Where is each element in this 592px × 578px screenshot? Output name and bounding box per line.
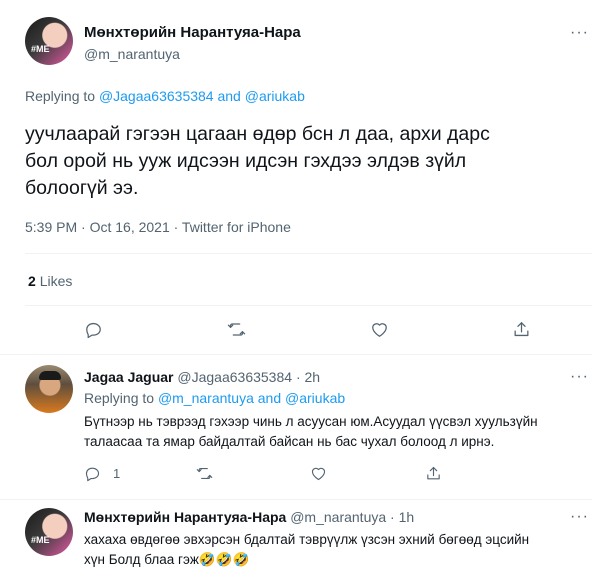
replying-to-label: Replying to [25, 88, 96, 104]
avatar-hashtag: #ME [31, 44, 50, 54]
tweet-text-line: уучлаарай гэгээн цагаан өдөр бсн л даа, … [25, 123, 490, 145]
reply-icon[interactable] [84, 465, 101, 487]
reply-author-handle[interactable]: @Jagaa63635384 [177, 369, 292, 385]
tweet-timestamp[interactable]: 5:39 PM · Oct 16, 2021 · Twitter for iPh… [25, 219, 291, 235]
author-handle[interactable]: @m_narantuya [84, 46, 180, 62]
replying-to-user-link[interactable]: @ariukab [245, 88, 305, 104]
retweet-icon[interactable] [227, 320, 246, 344]
replying-to-user-link[interactable]: @m_narantuya [158, 390, 254, 406]
tweet-text-line: болоогүй ээ. [25, 177, 139, 199]
likes-stat[interactable]: 2 Likes [28, 273, 72, 289]
replying-to: Replying to @m_narantuya and @ariukab [84, 390, 345, 406]
reply-time[interactable]: · 1h [390, 509, 414, 525]
retweet-icon[interactable] [196, 465, 213, 487]
divider [25, 305, 592, 306]
author-avatar[interactable]: #ME [25, 17, 73, 65]
replying-to-user-link[interactable]: @ariukab [285, 390, 345, 406]
reply-author-handle[interactable]: @m_narantuya [290, 509, 386, 525]
reply-text: хахаха өвдөгөө эвхэрсэн бдалтай тэврүүлж… [84, 530, 529, 570]
replying-to-user-link[interactable]: @Jagaa63635384 [99, 88, 214, 104]
reply-author-avatar[interactable] [25, 365, 73, 413]
share-icon[interactable] [425, 465, 442, 487]
share-icon[interactable] [512, 320, 531, 344]
more-options-icon[interactable]: ··· [570, 369, 589, 385]
tweet-text: уучлаарай гэгээн цагаан өдөр бсн л даа, … [25, 121, 490, 202]
reply-text-line: талаасаа та ямар байдалтай байсан нь бас… [84, 434, 495, 449]
reply-header: Мөнхтөрийн Нарантуяа-Нара @m_narantuya ·… [84, 509, 414, 525]
avatar-hashtag: #ME [31, 535, 50, 545]
reply-time[interactable]: · 2h [296, 369, 320, 385]
divider [0, 354, 592, 355]
like-icon[interactable] [370, 320, 389, 344]
like-icon[interactable] [310, 465, 327, 487]
author-name[interactable]: Мөнхтөрийн Нарантуяа-Нара [84, 24, 301, 41]
replying-to-label: Replying to [84, 390, 155, 406]
reply-author-name[interactable]: Мөнхтөрийн Нарантуяа-Нара [84, 509, 286, 525]
more-options-icon[interactable]: ··· [570, 509, 589, 525]
replying-to: Replying to @Jagaa63635384 and @ariukab [25, 88, 305, 104]
reply-text-line: хүн Болд блаа гэж🤣🤣🤣 [84, 552, 250, 567]
reply-icon[interactable] [84, 320, 103, 344]
reply-count: 1 [113, 466, 121, 481]
divider [0, 499, 592, 500]
reply-header: Jagaa Jaguar @Jagaa63635384 · 2h [84, 369, 320, 385]
likes-label: Likes [39, 273, 73, 289]
tweet-text-line: бол орой нь ууж идсээн идсэн гэхдээ элдэ… [25, 150, 467, 172]
likes-count: 2 [28, 273, 36, 289]
reply-author-name[interactable]: Jagaa Jaguar [84, 369, 174, 385]
replying-to-and: and [257, 390, 282, 406]
reply-text-line: хахаха өвдөгөө эвхэрсэн бдалтай тэврүүлж… [84, 532, 530, 547]
replying-to-and: and [217, 88, 241, 104]
more-options-icon[interactable]: ··· [570, 25, 589, 41]
reply-text-line: Бүтнээр нь тэврээд гэхээр чинь л асуусан… [84, 414, 538, 429]
reply-author-avatar[interactable]: #ME [25, 508, 73, 556]
divider [25, 253, 592, 254]
reply-text: Бүтнээр нь тэврээд гэхээр чинь л асуусан… [84, 412, 538, 452]
